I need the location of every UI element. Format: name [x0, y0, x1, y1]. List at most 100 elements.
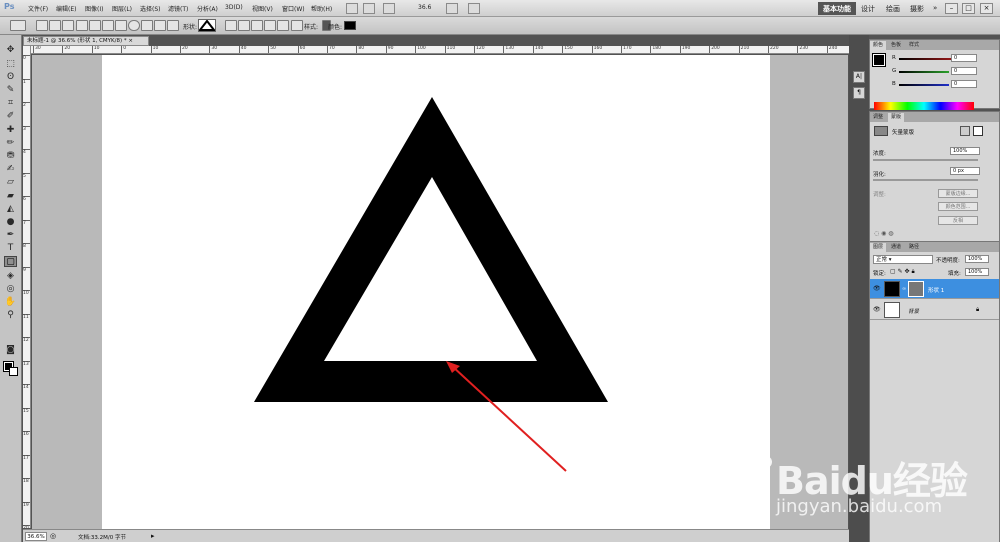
exclude-shape-icon[interactable]: [277, 20, 289, 31]
density-slider[interactable]: [873, 159, 978, 161]
tab-swatches[interactable]: 色板: [888, 41, 904, 50]
crop-tool-icon[interactable]: ⌗: [4, 98, 17, 109]
new-shape-layer-icon[interactable]: [225, 20, 237, 31]
feather-slider[interactable]: [873, 179, 978, 181]
menu-file[interactable]: 文件(F): [28, 4, 48, 13]
close-tab-icon[interactable]: ×: [128, 38, 133, 44]
brush-tool-icon[interactable]: ✏: [4, 138, 17, 149]
workspace-more[interactable]: »: [928, 2, 942, 15]
intersect-shape-icon[interactable]: [264, 20, 276, 31]
pen-tool-icon[interactable]: [76, 20, 88, 31]
fill-value[interactable]: 100%: [965, 268, 989, 276]
triangle-frame-shape[interactable]: [254, 97, 608, 402]
link-icon[interactable]: [291, 20, 303, 31]
color-fg-swatch[interactable]: [872, 53, 886, 67]
mini-bridge-icon[interactable]: [363, 3, 375, 14]
menu-help[interactable]: 帮助(H): [311, 4, 332, 13]
screen-mode-icon[interactable]: [468, 3, 480, 14]
channel-b-slider[interactable]: [899, 84, 949, 86]
eraser-tool-icon[interactable]: ▱: [4, 177, 17, 188]
minimize-icon[interactable]: –: [945, 3, 958, 14]
zoom-tool-icon[interactable]: ⚲: [4, 310, 17, 321]
mask-footer-icons[interactable]: ◌ ◉ ◍: [874, 230, 894, 237]
rectangle-icon[interactable]: [102, 20, 114, 31]
character-panel-icon[interactable]: A|: [853, 71, 865, 83]
menu-analysis[interactable]: 分析(A): [197, 4, 218, 13]
color-spectrum-bar[interactable]: [874, 102, 974, 110]
tab-masks[interactable]: 蒙版: [888, 113, 905, 122]
menu-image[interactable]: 图像(I): [85, 4, 103, 13]
paragraph-panel-icon[interactable]: ¶: [853, 87, 865, 99]
freeform-pen-icon[interactable]: [89, 20, 101, 31]
move-tool-icon[interactable]: ✥: [4, 45, 17, 56]
background-color-swatch[interactable]: [9, 367, 18, 376]
view-extras-icon[interactable]: [383, 3, 395, 14]
menu-layer[interactable]: 图层(L): [112, 4, 132, 13]
line-icon[interactable]: [154, 20, 166, 31]
hand-tool-icon[interactable]: ✋: [4, 297, 17, 308]
menu-window[interactable]: 窗口(W): [282, 4, 305, 13]
tab-layers[interactable]: 图层: [870, 243, 887, 252]
mask-edge-button[interactable]: 蒙版边缘...: [938, 189, 978, 198]
menu-view[interactable]: 视图(V): [252, 4, 273, 13]
fill-pixels-icon[interactable]: [62, 20, 74, 31]
3d-orbit-tool-icon[interactable]: ◎: [4, 284, 17, 295]
arrange-documents-icon[interactable]: [446, 3, 458, 14]
dodge-tool-icon[interactable]: ●: [4, 217, 17, 228]
channel-b-value[interactable]: 0: [951, 80, 977, 88]
lock-icons[interactable]: ▢ ✎ ✥ 🔒︎: [890, 268, 915, 276]
quick-mask-icon[interactable]: ◙: [4, 345, 17, 356]
close-icon[interactable]: ×: [980, 3, 993, 14]
restore-icon[interactable]: □: [962, 3, 975, 14]
document-canvas[interactable]: [102, 55, 770, 529]
marquee-tool-icon[interactable]: ⬚: [4, 59, 17, 70]
lasso-tool-icon[interactable]: ʘ: [4, 72, 17, 83]
feather-value[interactable]: 0 px: [950, 167, 980, 175]
layer-visibility-eye-icon[interactable]: 👁︎: [873, 306, 881, 313]
tab-channels[interactable]: 通道: [888, 243, 904, 252]
layer-row-shape-1[interactable]: 👁︎ ∞ 形状 1: [870, 279, 999, 299]
color-range-button[interactable]: 颜色范围...: [938, 202, 978, 211]
tab-adjustments[interactable]: 调整: [870, 113, 886, 122]
subtract-shape-icon[interactable]: [251, 20, 263, 31]
workspace-photography[interactable]: 摄影: [905, 2, 929, 15]
zoom-status-field[interactable]: 36.6%: [25, 532, 47, 541]
menu-select[interactable]: 选择(S): [140, 4, 161, 13]
pen-tool-icon[interactable]: ✒: [4, 230, 17, 241]
eyedropper-tool-icon[interactable]: ✐: [4, 111, 17, 122]
shape-picker[interactable]: [197, 19, 217, 32]
density-value[interactable]: 100%: [950, 147, 980, 155]
pixel-mask-button-icon[interactable]: [960, 126, 970, 136]
shape-layers-icon[interactable]: [36, 20, 48, 31]
gradient-tool-icon[interactable]: ▰: [4, 191, 17, 202]
ellipse-icon[interactable]: [128, 20, 140, 31]
menu-filter[interactable]: 滤镜(T): [168, 4, 188, 13]
workspace-essentials[interactable]: 基本功能: [818, 2, 856, 15]
custom-shape-icon[interactable]: [167, 20, 179, 31]
bridge-icon[interactable]: [346, 3, 358, 14]
vector-mask-button-icon[interactable]: [973, 126, 983, 136]
blend-mode-select[interactable]: 正常 ▾: [873, 255, 933, 264]
quick-select-tool-icon[interactable]: ✎: [4, 85, 17, 96]
channel-r-value[interactable]: 0: [951, 54, 977, 62]
tab-paths[interactable]: 路径: [906, 243, 922, 252]
tab-styles[interactable]: 样式: [906, 41, 922, 50]
rounded-rectangle-icon[interactable]: [115, 20, 127, 31]
opacity-value[interactable]: 100%: [965, 255, 989, 263]
blur-tool-icon[interactable]: ◭: [4, 204, 17, 215]
channel-g-value[interactable]: 0: [951, 67, 977, 75]
history-brush-tool-icon[interactable]: ✍: [4, 164, 17, 175]
menu-3d[interactable]: 3D(D): [225, 4, 243, 11]
zoom-level-select[interactable]: 36.6: [418, 4, 431, 11]
channel-g-slider[interactable]: [899, 71, 949, 73]
status-menu-icon[interactable]: ▸: [151, 532, 155, 540]
status-nav-icon[interactable]: ◎: [50, 532, 56, 540]
add-to-shape-icon[interactable]: [238, 20, 250, 31]
polygon-icon[interactable]: [141, 20, 153, 31]
menu-edit[interactable]: 编辑(E): [56, 4, 76, 13]
shape-tool-icon[interactable]: ▢: [4, 256, 17, 267]
healing-brush-tool-icon[interactable]: ✚: [4, 125, 17, 136]
invert-button[interactable]: 反相: [938, 216, 978, 225]
3d-rotate-tool-icon[interactable]: ◈: [4, 271, 17, 282]
tab-color[interactable]: 颜色: [870, 41, 887, 50]
